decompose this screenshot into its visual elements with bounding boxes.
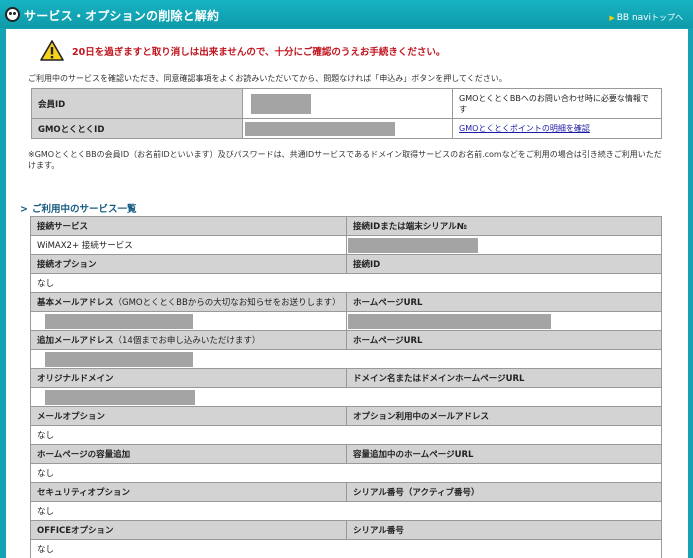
- security-option-value: なし: [30, 501, 662, 521]
- office-option-header: OFFICEオプション: [30, 520, 347, 540]
- gmo-points-link[interactable]: GMOとくとくポイントの明細を確認: [459, 124, 590, 133]
- mail-option-header: メールオプション: [30, 406, 347, 426]
- arrow-right-icon: ▶: [609, 14, 615, 22]
- domain-url-header: ドメイン名またはドメインホームページURL: [346, 368, 662, 388]
- redacted-block: [45, 351, 193, 367]
- homepage-capacity-header: ホームページの容量追加: [30, 444, 347, 464]
- connection-service-value: WiMAX2+ 接続サービス: [30, 235, 347, 255]
- connection-option-value: なし: [30, 273, 662, 293]
- title-bar: サービス・オプションの削除と解約 ▶ BB naviトップへ: [0, 0, 693, 28]
- redacted-block: [348, 237, 478, 253]
- bb-navi-top-link[interactable]: ▶ BB naviトップへ: [609, 12, 683, 23]
- redacted-block: [45, 313, 193, 329]
- connection-service-header: 接続サービス: [30, 216, 347, 236]
- page-title: サービス・オプションの削除と解約: [24, 9, 220, 23]
- connection-id-header: 接続IDまたは端末シリアル№: [346, 216, 662, 236]
- warning-triangle-icon: [40, 40, 64, 61]
- member-id-note: GMOとくとくBBへのお問い合わせ時に必要な情報です: [452, 88, 662, 119]
- serial-number-header: シリアル番号: [346, 520, 662, 540]
- homepage-url-header: ホームページURL: [346, 292, 662, 312]
- id-table: 会員ID GMOとくとくBBへのお問い合わせ時に必要な情報です GMOとくとくI…: [31, 88, 662, 139]
- services-heading: > ご利用中のサービス一覧: [20, 204, 137, 215]
- homepage-url-header-2: ホームページURL: [346, 330, 662, 350]
- redacted-block: [251, 93, 311, 114]
- serial-activation-header: シリアル番号（アクティブ番号）: [346, 482, 662, 502]
- office-option-value: なし: [30, 539, 662, 558]
- capacity-url-header: 容量追加中のホームページURL: [346, 444, 662, 464]
- security-option-header: セキュリティオプション: [30, 482, 347, 502]
- member-id-label: 会員ID: [31, 88, 243, 119]
- footnote: ※GMOとくとくBBの会員ID（お名前IDといいます）及びパスワードは、共通ID…: [28, 150, 662, 170]
- redacted-block: [245, 121, 395, 136]
- bb-logo-icon: [5, 7, 20, 22]
- content-panel: 20日を過ぎますと取り消しは出来ませんので、十分にご確認のうえお手続きください。…: [6, 29, 688, 558]
- redacted-block: [45, 389, 195, 405]
- intro-text: ご利用中のサービスを確認いただき、同意確認事項をよくお読みいただいてから、問題な…: [28, 74, 507, 83]
- connection-option-header: 接続オプション: [30, 254, 347, 274]
- connection-id-label: 接続ID: [346, 254, 662, 274]
- chevron-right-icon: >: [20, 204, 28, 215]
- gmo-id-value: [242, 118, 453, 139]
- mail-option-value: なし: [30, 425, 662, 445]
- redacted-block: [348, 313, 551, 329]
- mail-option-address-header: オプション利用中のメールアドレス: [346, 406, 662, 426]
- original-domain-header: オリジナルドメイン: [30, 368, 347, 388]
- homepage-capacity-value: なし: [30, 463, 662, 483]
- extra-mail-header: 追加メールアドレス（14個までお申し込みいただけます）: [30, 330, 347, 350]
- warning-message: 20日を過ぎますと取り消しは出来ませんので、十分にご確認のうえお手続きください。: [72, 47, 446, 58]
- services-table: 接続サービス 接続IDまたは端末シリアル№ WiMAX2+ 接続サービス 接続オ…: [30, 216, 662, 558]
- basic-mail-header: 基本メールアドレス（GMOとくとくBBからの大切なお知らせをお送りします）: [30, 292, 347, 312]
- gmo-id-label: GMOとくとくID: [31, 118, 243, 139]
- member-id-value: [242, 88, 453, 119]
